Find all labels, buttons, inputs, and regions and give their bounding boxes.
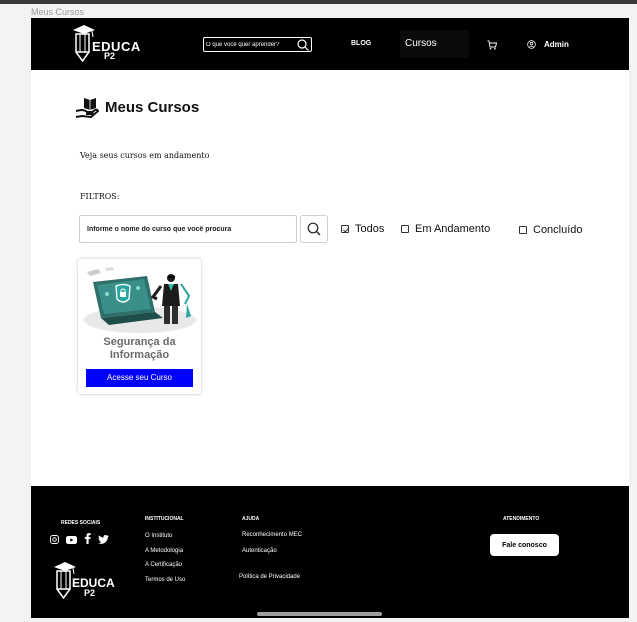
nav-blog-link[interactable]: BLOG — [351, 40, 371, 47]
ajuda-label: AJUDA — [242, 516, 260, 522]
footer: REDES SOCIAIS EDUCA P2 INSTITUCIONAL O I… — [31, 486, 629, 618]
search-icon — [307, 222, 321, 236]
footer-link-termos[interactable]: Termos de Uso — [145, 577, 185, 583]
course-title: Segurança da Informação — [103, 336, 176, 361]
course-search-input[interactable] — [87, 216, 287, 242]
course-card[interactable]: Segurança da Informação Acesse seu Curso — [78, 259, 201, 394]
user-name[interactable]: Admin — [544, 40, 569, 49]
page-subtitle: Veja seus cursos em andamento — [80, 151, 210, 160]
footer-link-certificacao[interactable]: A Certificação — [145, 562, 182, 568]
social-links — [50, 531, 109, 549]
window-top-bar — [0, 0, 637, 4]
filter-label: Em Andamento — [415, 223, 491, 235]
instagram-icon[interactable] — [50, 531, 59, 549]
atendimento-label: ATENDIMENTO — [503, 516, 540, 522]
user-icon[interactable] — [527, 40, 536, 49]
page-frame: EDUCA P2 BLOG Cursos Admin — [31, 18, 629, 618]
checkbox[interactable] — [401, 225, 409, 233]
contact-button[interactable]: Fale conosco — [490, 534, 559, 556]
course-search-button[interactable] — [300, 215, 328, 243]
filter-em-andamento[interactable]: Em Andamento — [401, 223, 490, 235]
institucional-label: INSTITUCIONAL — [145, 516, 184, 522]
filters-label: FILTROS: — [80, 192, 120, 201]
footer-link-privacidade[interactable]: Política de Privacidade — [239, 574, 300, 580]
footer-link-metodologia[interactable]: A Metodologia — [145, 548, 183, 554]
header-search — [203, 37, 312, 52]
logo-subtext: P2 — [84, 588, 96, 598]
footer-educa-logo[interactable]: EDUCA P2 — [51, 561, 117, 601]
nav-cursos-link[interactable]: Cursos — [400, 30, 469, 58]
check-icon — [343, 227, 350, 233]
filter-label: Todos — [355, 223, 385, 235]
checkbox-checked[interactable] — [341, 225, 350, 233]
youtube-icon[interactable] — [66, 531, 77, 549]
horizontal-scrollbar[interactable] — [257, 612, 382, 616]
footer-link-autenticacao[interactable]: Autenticação — [242, 548, 277, 554]
page-title: Meus Cursos — [105, 99, 200, 116]
course-search-field — [79, 215, 297, 243]
filter-label: Concluído — [533, 224, 583, 236]
footer-link-mec[interactable]: Reconhecimento MEC — [242, 532, 302, 538]
course-hand-icon — [75, 98, 99, 119]
twitter-icon[interactable] — [98, 531, 109, 549]
logo-subtext: P2 — [104, 51, 116, 61]
header-search-input[interactable] — [206, 38, 292, 51]
frame-label: Meus Cursos — [31, 7, 85, 17]
facebook-icon[interactable] — [84, 531, 91, 549]
social-label: REDES SOCIAIS — [61, 520, 101, 526]
educa-logo[interactable]: EDUCA P2 — [70, 24, 140, 64]
security-illustration — [84, 267, 196, 333]
footer-link-instituto[interactable]: O Instituto — [145, 533, 172, 539]
checkbox[interactable] — [519, 226, 527, 234]
filter-concluido[interactable]: Concluído — [519, 224, 583, 236]
access-course-button[interactable]: Acesse seu Curso — [86, 369, 193, 387]
logo-text: EDUCA — [92, 39, 141, 54]
filter-todos[interactable]: Todos — [341, 223, 384, 235]
cart-icon[interactable] — [487, 40, 497, 50]
search-icon[interactable] — [297, 39, 309, 51]
top-navbar: EDUCA P2 BLOG Cursos Admin — [31, 18, 629, 70]
